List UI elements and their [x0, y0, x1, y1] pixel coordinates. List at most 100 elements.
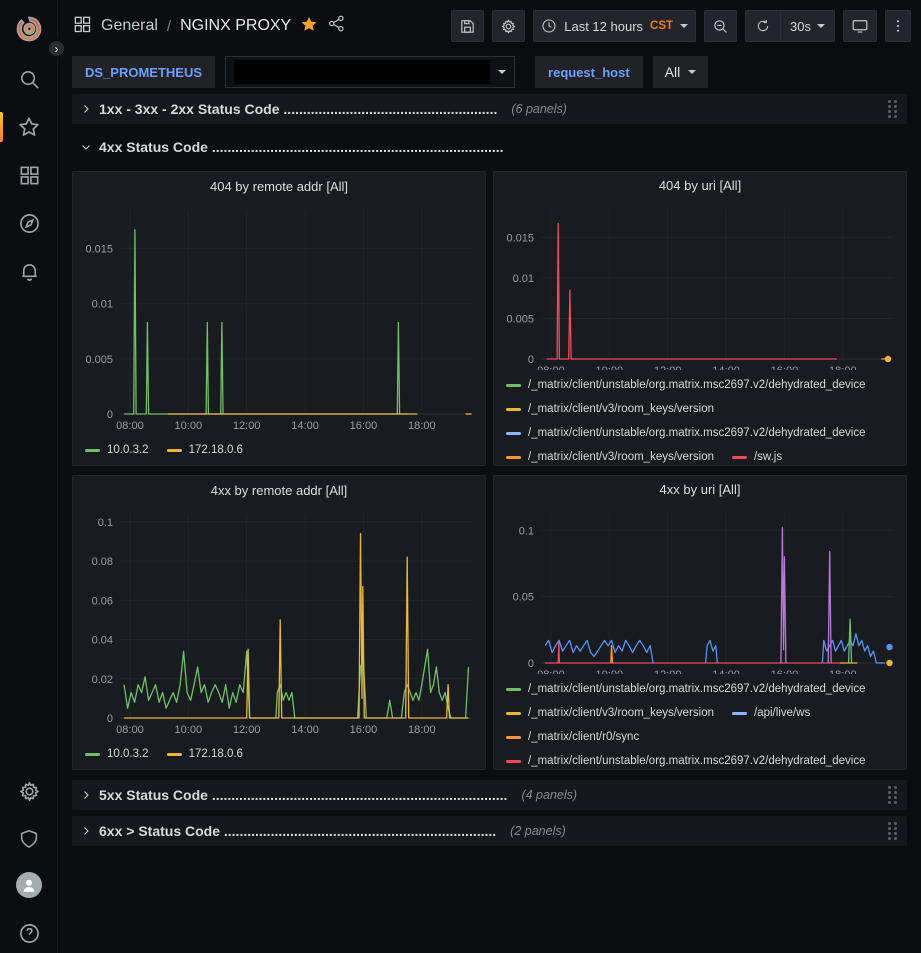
svg-text:08:00: 08:00 — [116, 420, 144, 432]
panel-4xx-by-uri: 4xx by uri [All] 08:0010:0012:0014:0016:… — [493, 475, 907, 770]
nav-sidebar — [0, 0, 58, 953]
svg-text:16:00: 16:00 — [350, 420, 378, 432]
sidebar-expand-button[interactable]: › — [46, 38, 67, 59]
row-drag-handle[interactable] — [886, 98, 899, 120]
svg-text:0.1: 0.1 — [98, 517, 113, 529]
save-dashboard-button[interactable] — [451, 10, 484, 42]
legend-item[interactable]: /_matrix/client/unstable/org.matrix.msc2… — [506, 421, 866, 445]
legend-item[interactable]: 172.18.0.6 — [167, 437, 243, 463]
panels-grid: 404 by remote addr [All] 08:0010:0012:00… — [72, 171, 907, 770]
svg-text:0.02: 0.02 — [92, 674, 113, 686]
svg-text:0.01: 0.01 — [92, 299, 113, 311]
legend-label: /_matrix/client/unstable/org.matrix.msc2… — [528, 755, 866, 767]
row-panel-count: (2 panels) — [510, 824, 566, 838]
apps-grid-icon — [72, 14, 92, 39]
row-drag-handle[interactable] — [886, 820, 899, 842]
refresh-interval-select[interactable]: 30s — [780, 11, 834, 41]
time-range-picker[interactable]: Last 12 hours CST — [533, 10, 696, 42]
legend-item[interactable]: /_matrix/client/v3/room_keys/version — [506, 701, 714, 725]
row-title-dots: ........................................… — [212, 139, 504, 155]
legend-item[interactable]: /api/live/ws — [732, 701, 810, 725]
breadcrumb-dashboard-title[interactable]: NGINX PROXY — [180, 17, 291, 35]
datasource-value-redacted — [234, 60, 490, 84]
legend-label: 172.18.0.6 — [189, 444, 243, 456]
search-icon[interactable] — [0, 62, 58, 96]
timezone-label: CST — [650, 20, 673, 32]
legend-item[interactable]: 172.18.0.6 — [167, 741, 243, 767]
legend-label: /_matrix/client/v3/room_keys/version — [528, 451, 714, 463]
row-title: 6xx > Status Code — [99, 823, 220, 839]
svg-text:12:00: 12:00 — [233, 420, 261, 432]
row-drag-handle[interactable] — [886, 784, 899, 806]
legend-swatch — [506, 384, 521, 387]
tv-mode-button[interactable] — [843, 10, 877, 42]
row-4xx[interactable]: 4xx Status Code ........................… — [72, 132, 907, 162]
svg-text:0.06: 0.06 — [92, 595, 113, 607]
svg-text:0.015: 0.015 — [506, 232, 534, 244]
breadcrumb: General / NGINX PROXY — [72, 14, 346, 39]
configuration-gear-icon[interactable] — [0, 774, 58, 808]
row-1xx-3xx-2xx[interactable]: 1xx - 3xx - 2xx Status Code ............… — [72, 94, 907, 124]
timeseries-chart[interactable]: 08:0010:0012:0014:0016:0018:0000.0050.01… — [76, 200, 482, 434]
panel-title[interactable]: 4xx by uri [All] — [494, 476, 906, 503]
breadcrumb-folder[interactable]: General — [101, 17, 158, 35]
refresh-button[interactable] — [746, 11, 780, 41]
chevron-right-icon — [80, 103, 92, 115]
svg-text:12:00: 12:00 — [233, 724, 261, 736]
legend-item[interactable]: 10.0.3.2 — [85, 437, 149, 463]
zoom-out-time-button[interactable] — [704, 10, 737, 42]
row-6xx[interactable]: 6xx > Status Code ......................… — [72, 816, 907, 846]
legend-item[interactable]: /sw.js — [732, 445, 782, 465]
row-panel-count: (4 panels) — [521, 788, 577, 802]
dashboard-canvas: 1xx - 3xx - 2xx Status Code ............… — [58, 94, 921, 953]
explore-compass-icon[interactable] — [0, 206, 58, 240]
server-admin-shield-icon[interactable] — [0, 822, 58, 856]
dashboard-settings-button[interactable] — [492, 10, 525, 42]
chevron-down-icon — [80, 141, 92, 153]
legend-item[interactable]: 10.0.3.2 — [85, 741, 149, 767]
datasource-variable-label[interactable]: DS_PROMETHEUS — [72, 56, 215, 88]
favorite-star-icon[interactable] — [300, 15, 318, 38]
legend-item[interactable]: /_matrix/client/unstable/org.matrix.msc2… — [506, 749, 866, 769]
user-avatar[interactable] — [0, 868, 58, 902]
help-icon[interactable] — [0, 916, 58, 950]
request-host-variable-select[interactable]: All — [653, 56, 709, 88]
legend-item[interactable]: /_matrix/client/r0/sync — [506, 725, 639, 749]
panel-title[interactable]: 4xx by remote addr [All] — [73, 476, 485, 504]
alerting-bell-icon[interactable] — [0, 254, 58, 288]
panel-title[interactable]: 404 by remote addr [All] — [73, 172, 485, 200]
svg-text:0.005: 0.005 — [85, 354, 113, 366]
svg-text:0.04: 0.04 — [92, 635, 113, 647]
timeseries-chart[interactable]: 08:0010:0012:0014:0016:0018:0000.020.040… — [76, 504, 482, 738]
legend-swatch — [506, 736, 521, 739]
row-5xx[interactable]: 5xx Status Code ........................… — [72, 780, 907, 810]
svg-text:10:00: 10:00 — [175, 420, 203, 432]
legend-swatch — [167, 753, 182, 756]
panel-404-by-uri: 404 by uri [All] 08:0010:0012:0014:0016:… — [493, 171, 907, 466]
request-host-variable-label[interactable]: request_host — [535, 56, 643, 88]
time-range-label: Last 12 hours — [564, 19, 643, 34]
dashboards-icon[interactable] — [0, 158, 58, 192]
more-options-kebab-button[interactable] — [885, 10, 911, 42]
timeseries-chart[interactable]: 08:0010:0012:0014:0016:0018:0000.050.1 — [497, 503, 903, 675]
legend-swatch — [506, 760, 521, 763]
legend-label: /_matrix/client/unstable/org.matrix.msc2… — [528, 379, 866, 391]
panel-title[interactable]: 404 by uri [All] — [494, 172, 906, 199]
svg-text:10:00: 10:00 — [175, 724, 203, 736]
legend-label: /_matrix/client/unstable/org.matrix.msc2… — [528, 683, 866, 695]
svg-text:0: 0 — [528, 658, 534, 670]
legend-label: 10.0.3.2 — [107, 444, 149, 456]
legend-item[interactable]: /_matrix/client/v3/room_keys/version — [506, 397, 714, 421]
timeseries-chart[interactable]: 08:0010:0012:0014:0016:0018:0000.0050.01… — [497, 199, 903, 371]
legend-item[interactable]: /_matrix/client/v3/room_keys/version — [506, 445, 714, 465]
datasource-variable-select[interactable] — [225, 56, 515, 88]
legend-label: /_matrix/client/v3/room_keys/version — [528, 707, 714, 719]
request-host-value: All — [665, 64, 681, 80]
starred-dashboards-icon[interactable] — [0, 110, 58, 144]
legend-item[interactable]: /_matrix/client/unstable/org.matrix.msc2… — [506, 373, 866, 397]
refresh-control: 30s — [745, 10, 835, 42]
share-icon[interactable] — [327, 14, 346, 38]
svg-text:18:00: 18:00 — [408, 420, 436, 432]
legend-item[interactable]: /_matrix/client/unstable/org.matrix.msc2… — [506, 677, 866, 701]
legend-label: /_matrix/client/r0/sync — [528, 731, 639, 743]
